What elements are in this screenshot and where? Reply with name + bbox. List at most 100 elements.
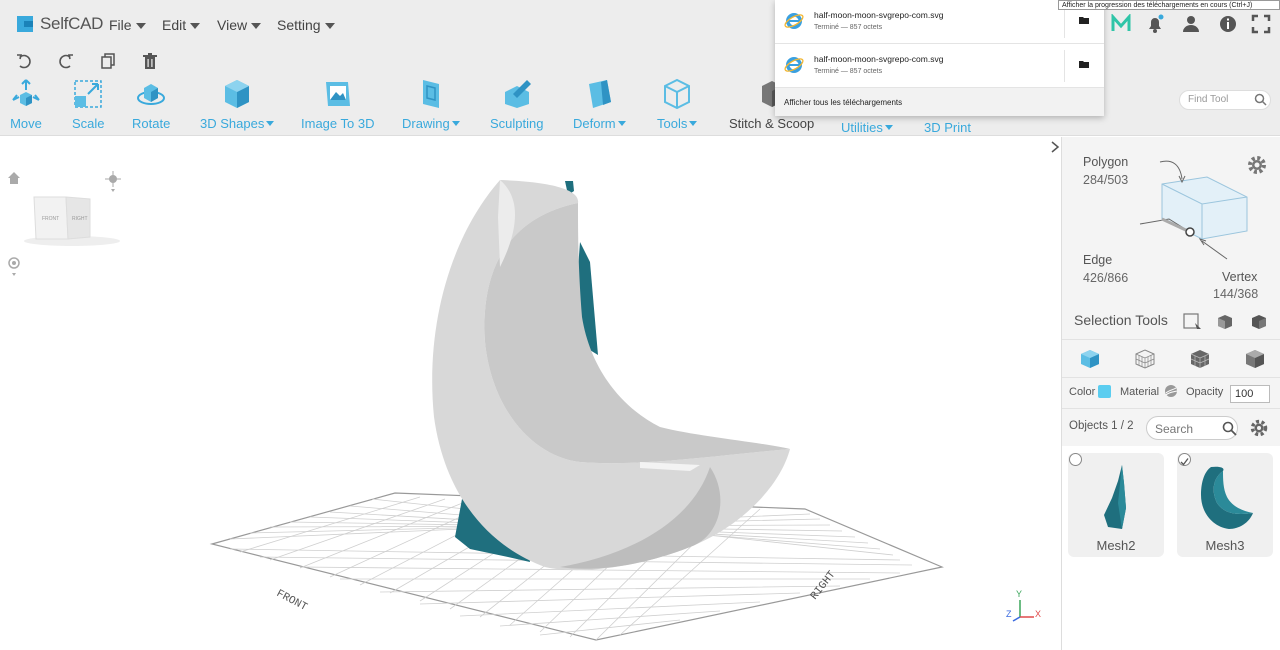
object-name: Mesh3 bbox=[1205, 538, 1245, 553]
objects-count-label: Objects 1 / 2 bbox=[1069, 420, 1134, 432]
download-filename: half-moon-moon-svgrepo-com.svg bbox=[814, 10, 944, 20]
face-mode-icon[interactable] bbox=[1189, 348, 1211, 370]
vertex-count: 144/368 bbox=[1213, 287, 1259, 301]
menu-view[interactable]: View bbox=[217, 17, 262, 33]
objects-list: Mesh2 Mesh3 bbox=[1062, 446, 1280, 650]
polygon-label[interactable]: Polygon bbox=[1083, 155, 1128, 169]
tool-image-to-3d[interactable]: Image To 3D bbox=[301, 78, 374, 131]
chevron-down-icon bbox=[190, 23, 201, 29]
download-filename: half-moon-moon-svgrepo-com.svg bbox=[814, 54, 944, 64]
tool-move[interactable]: Move bbox=[10, 78, 42, 131]
select-check[interactable] bbox=[1178, 453, 1191, 466]
selfcad-logo-icon bbox=[17, 16, 33, 32]
objects-header: Objects 1 / 2 Search bbox=[1062, 408, 1280, 446]
color-swatch[interactable] bbox=[1098, 385, 1111, 398]
solid-mode-icon[interactable] bbox=[1244, 348, 1266, 370]
tool-utilities-text: Utilities bbox=[841, 120, 883, 135]
light-settings-icon[interactable] bbox=[6, 255, 22, 277]
tool-3d-shapes[interactable]: 3D Shapes bbox=[200, 78, 275, 131]
view-cube-front: FRONT bbox=[42, 216, 59, 222]
app-name: SelfCAD bbox=[40, 14, 104, 33]
axis-gizmo: Y Z X bbox=[1006, 589, 1041, 622]
file-icon bbox=[784, 57, 804, 73]
opacity-input[interactable]: 100 bbox=[1230, 385, 1270, 403]
tool-scale-label: Scale bbox=[72, 116, 105, 131]
3d-viewport[interactable]: FRONT RIGHT Y Z X FRONT RIGHT bbox=[0, 137, 1061, 650]
tool-rotate[interactable]: Rotate bbox=[132, 78, 170, 131]
paint-select-icon[interactable] bbox=[1215, 313, 1235, 331]
tools-icon bbox=[664, 78, 691, 110]
tool-drawing[interactable]: Drawing bbox=[402, 78, 460, 131]
tool-deform[interactable]: Deform bbox=[573, 78, 626, 131]
tool-deform-label: Deform bbox=[573, 116, 626, 131]
notification-bell-icon[interactable] bbox=[1145, 14, 1165, 34]
folder-icon[interactable] bbox=[1079, 16, 1089, 24]
menu-edit[interactable]: Edit bbox=[162, 17, 201, 33]
chevron-down-icon bbox=[251, 23, 262, 29]
object-mode-icon[interactable] bbox=[1079, 348, 1101, 370]
chevron-down-icon bbox=[135, 23, 146, 29]
menu-setting-label: Setting bbox=[277, 17, 321, 33]
show-all-downloads-link[interactable]: Afficher tous les téléchargements bbox=[775, 88, 1104, 116]
selection-mode-cube[interactable] bbox=[1132, 159, 1257, 274]
copy-icon[interactable] bbox=[99, 52, 117, 70]
menu-setting[interactable]: Setting bbox=[277, 17, 335, 33]
menu-view-label: View bbox=[217, 17, 248, 33]
selection-mode-row bbox=[1062, 339, 1280, 375]
tool-tools-label: Tools bbox=[657, 116, 698, 131]
menu-file[interactable]: File bbox=[109, 17, 146, 33]
tool-scale[interactable]: Scale bbox=[72, 78, 105, 131]
select-all-icon[interactable] bbox=[1249, 313, 1269, 331]
material-sphere-icon[interactable] bbox=[1164, 384, 1178, 398]
delete-icon[interactable] bbox=[141, 52, 159, 70]
chevron-down-icon bbox=[266, 121, 275, 126]
right-panel: Polygon 284/503 Edge 426/866 Vertex 144/… bbox=[1061, 137, 1280, 650]
info-icon[interactable] bbox=[1218, 14, 1238, 34]
user-account-icon[interactable] bbox=[1181, 14, 1201, 34]
menu-file-label: File bbox=[109, 17, 132, 33]
cube-icon bbox=[225, 80, 250, 108]
select-radio[interactable] bbox=[1069, 453, 1082, 466]
collapse-panel-icon[interactable] bbox=[1050, 141, 1060, 153]
vertex-label[interactable]: Vertex bbox=[1222, 270, 1257, 284]
home-icon[interactable] bbox=[7, 171, 21, 185]
scene-canvas[interactable]: FRONT RIGHT Y Z X bbox=[0, 137, 1061, 650]
tool-tools-text: Tools bbox=[657, 116, 688, 131]
mesh3-model[interactable] bbox=[432, 180, 790, 571]
objects-settings-gear-icon[interactable] bbox=[1249, 418, 1269, 438]
menu-edit-label: Edit bbox=[162, 17, 187, 33]
check-icon bbox=[1180, 458, 1189, 466]
app-logo[interactable]: SelfCAD bbox=[14, 13, 103, 35]
folder-icon[interactable] bbox=[1079, 60, 1089, 68]
axis-z-label: Z bbox=[1006, 609, 1012, 619]
selfcad-app: SelfCAD File Edit View Setting Move Scal… bbox=[0, 0, 1280, 650]
wireframe-mode-icon[interactable] bbox=[1134, 348, 1156, 370]
download-item[interactable]: half-moon-moon-svgrepo-com.svg Terminé —… bbox=[775, 0, 1104, 44]
chevron-down-icon bbox=[451, 121, 460, 126]
downloads-popup: half-moon-moon-svgrepo-com.svg Terminé —… bbox=[775, 0, 1104, 116]
object-name: Mesh2 bbox=[1096, 538, 1136, 553]
redo-icon[interactable] bbox=[57, 52, 75, 70]
move-icon bbox=[12, 79, 40, 106]
object-card-mesh2[interactable]: Mesh2 bbox=[1068, 453, 1164, 557]
search-icon[interactable] bbox=[1222, 421, 1237, 436]
tool-stitch-scoop-label: Stitch & Scoop bbox=[729, 116, 815, 131]
download-item[interactable]: half-moon-moon-svgrepo-com.svg Terminé —… bbox=[775, 44, 1104, 88]
view-cube[interactable]: FRONT RIGHT bbox=[22, 187, 122, 247]
tool-tools[interactable]: Tools bbox=[657, 78, 698, 131]
tool-deform-text: Deform bbox=[573, 116, 616, 131]
tool-sculpting[interactable]: Sculpting bbox=[490, 78, 543, 131]
scale-icon bbox=[74, 80, 103, 108]
m-logo-icon[interactable] bbox=[1111, 14, 1131, 34]
undo-icon[interactable] bbox=[15, 52, 33, 70]
tool-sculpting-label: Sculpting bbox=[490, 116, 544, 131]
tool-drawing-label: Drawing bbox=[402, 116, 460, 131]
fullscreen-icon[interactable] bbox=[1251, 14, 1271, 34]
object-card-mesh3[interactable]: Mesh3 bbox=[1177, 453, 1273, 557]
box-select-icon[interactable] bbox=[1183, 313, 1203, 331]
sculpting-icon bbox=[504, 80, 531, 108]
edge-label[interactable]: Edge bbox=[1083, 253, 1112, 267]
polygon-count: 284/503 bbox=[1083, 173, 1129, 187]
chevron-down-icon bbox=[324, 23, 335, 29]
floor-label-front: FRONT bbox=[274, 588, 309, 614]
